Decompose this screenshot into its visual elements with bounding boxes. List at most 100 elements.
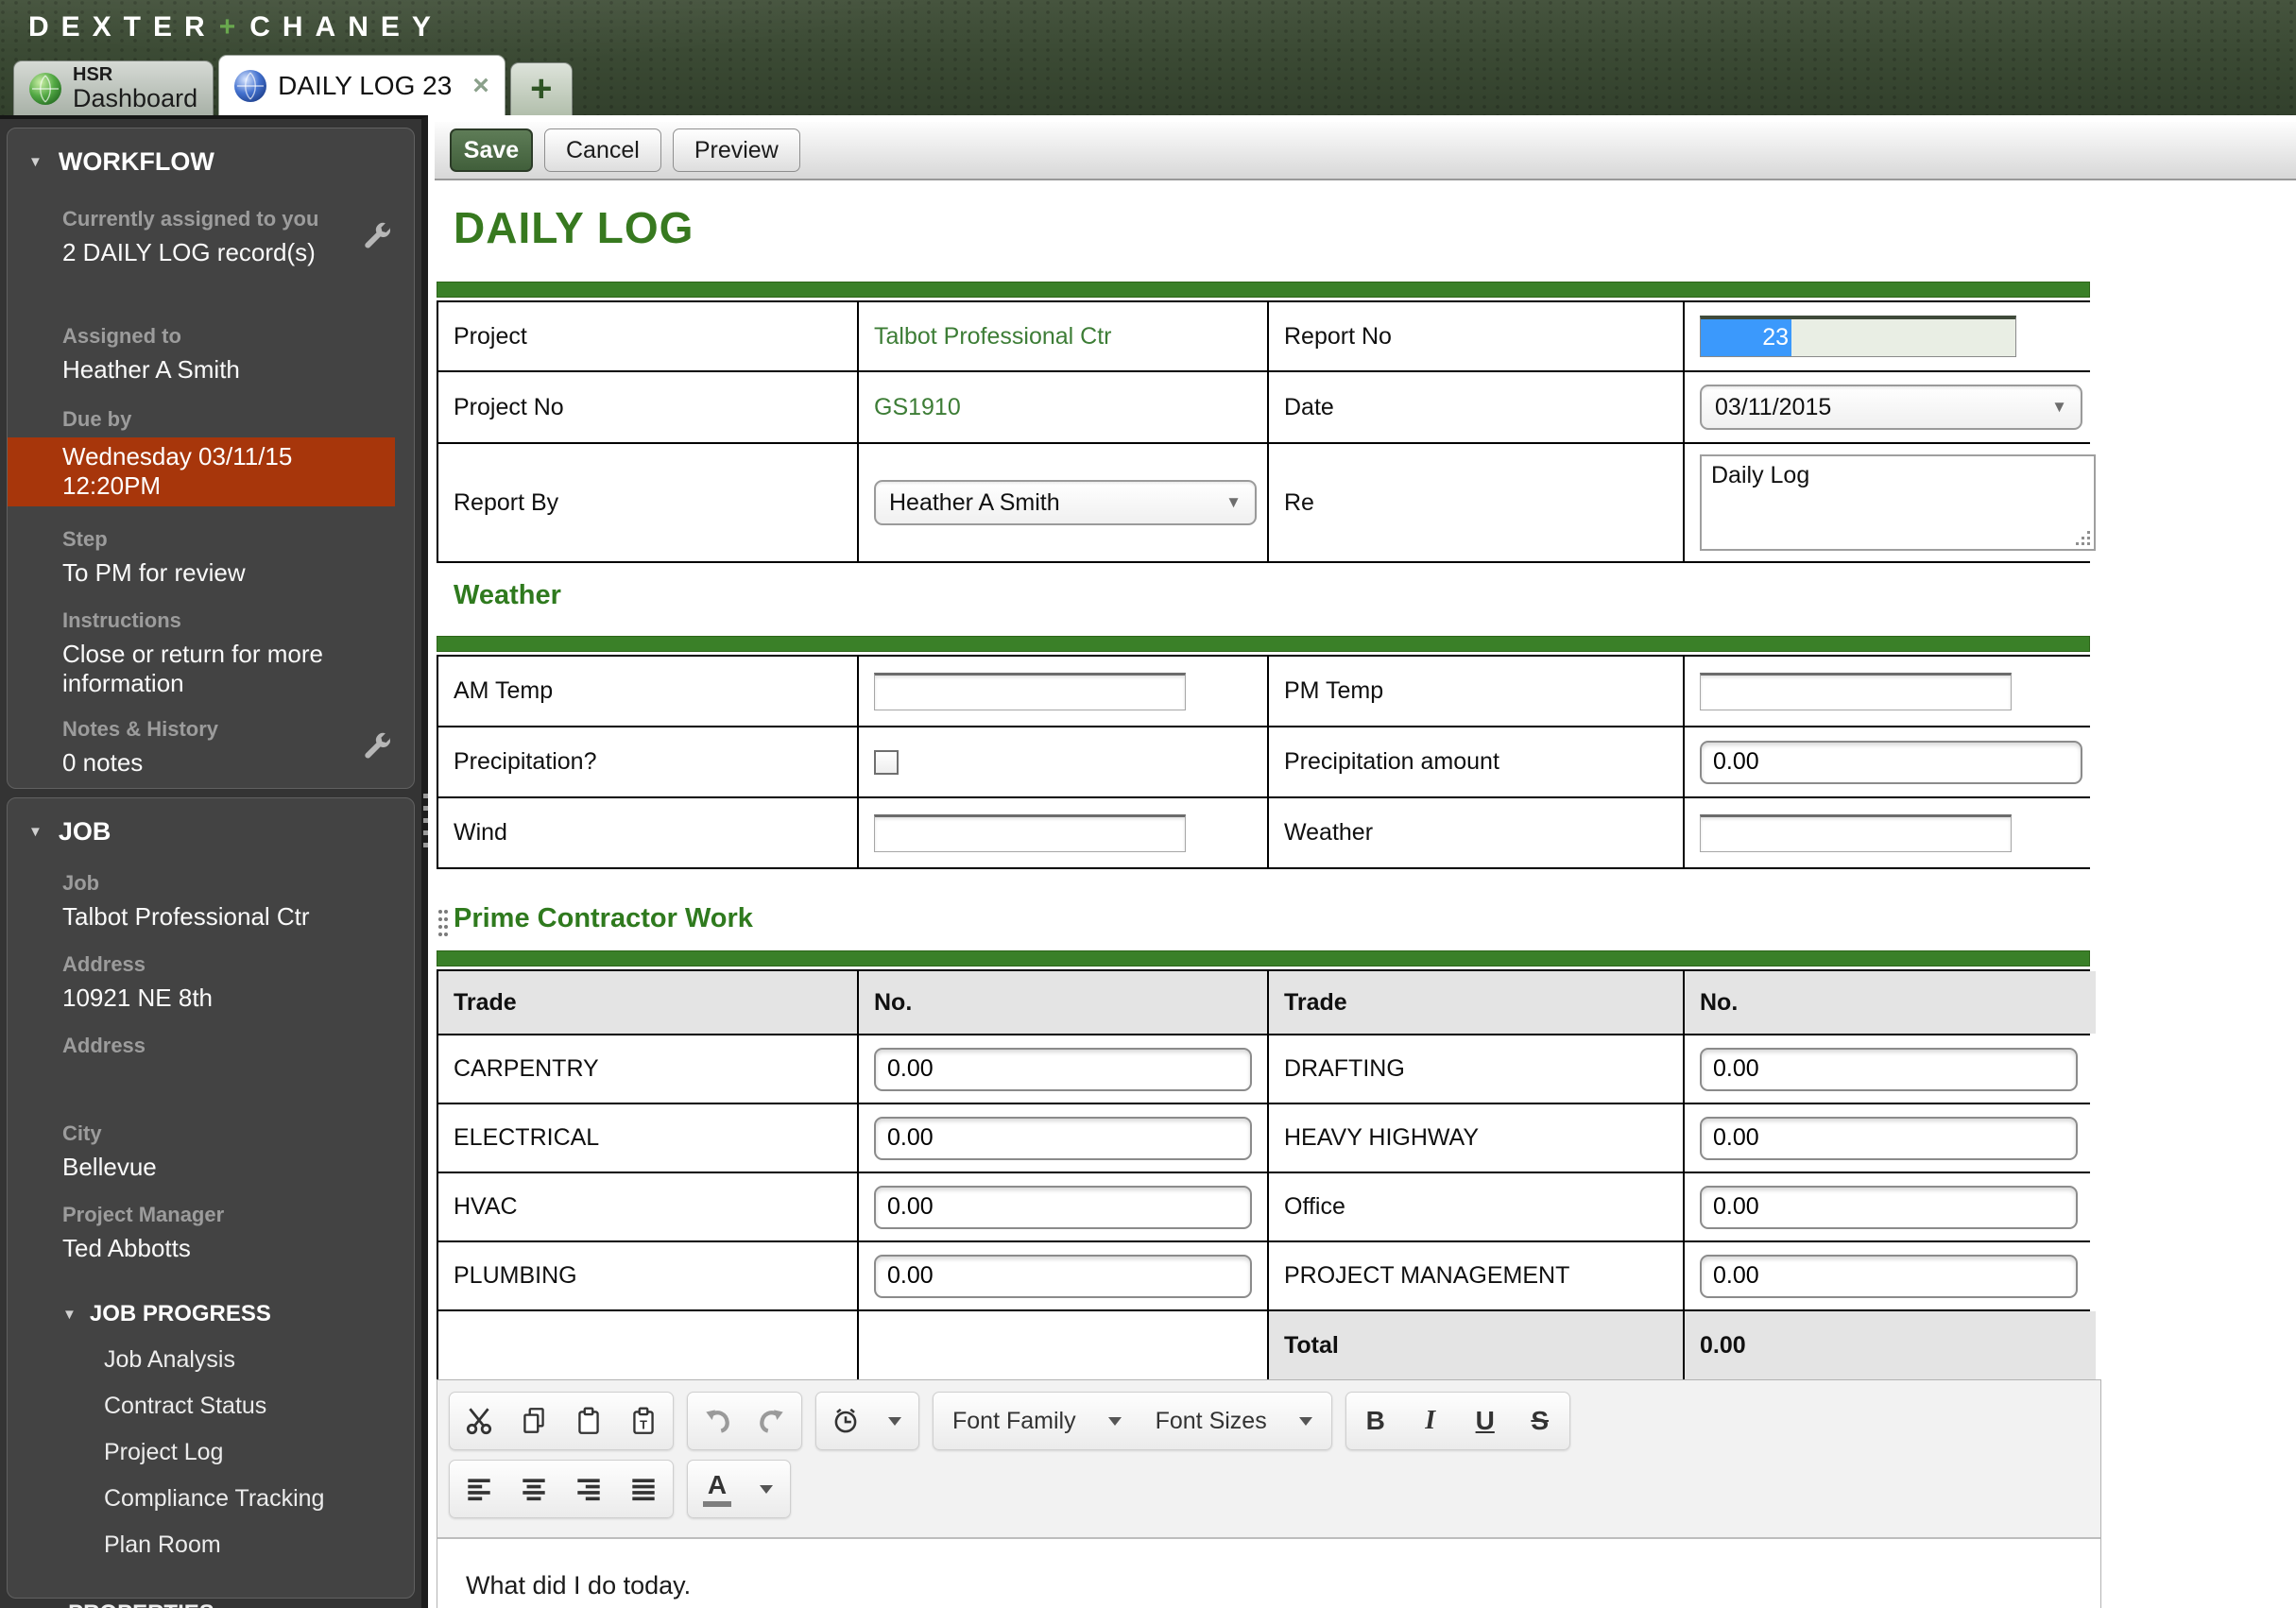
pcw-header-trade-right: Trade <box>1269 971 1683 1034</box>
font-sizes-label: Font Sizes <box>1155 1407 1267 1434</box>
tab-hsr-dashboard[interactable]: HSR Dashboard <box>13 60 214 115</box>
trade-no-input[interactable] <box>1700 1116 2078 1160</box>
workflow-header[interactable]: ▼ WORKFLOW <box>8 147 414 177</box>
trade-no-input[interactable] <box>1700 1185 2078 1229</box>
close-tab-icon[interactable]: × <box>472 71 489 100</box>
align-right-icon[interactable] <box>561 1463 616 1515</box>
due-by-label: Due by <box>62 407 132 431</box>
job-progress-title: JOB PROGRESS <box>89 1301 271 1326</box>
sidebar-item-contract-status[interactable]: Contract Status <box>104 1393 414 1420</box>
am-temp-input[interactable] <box>874 672 1186 710</box>
weather-input[interactable] <box>1700 813 2012 852</box>
new-tab-button[interactable]: + <box>509 62 573 115</box>
font-family-label: Font Family <box>952 1407 1076 1434</box>
re-textarea[interactable]: Daily Log <box>1700 454 2096 551</box>
insert-time-icon[interactable] <box>818 1394 873 1447</box>
precipitation-checkbox[interactable] <box>874 749 899 775</box>
tab-daily-log[interactable]: DAILY LOG 23 × <box>218 55 505 115</box>
cancel-button[interactable]: Cancel <box>544 128 661 172</box>
trade-label: ELECTRICAL <box>438 1104 857 1172</box>
paste-as-text-icon[interactable]: T <box>616 1394 671 1447</box>
preview-button[interactable]: Preview <box>672 128 800 172</box>
text-color-button[interactable]: A <box>690 1463 745 1515</box>
pcw-table: Trade No. Trade No. CARPENTRY DRAFTING E… <box>437 969 2096 1382</box>
notes-history-field: Notes & History 0 notes <box>8 717 414 778</box>
project-manager-value: Ted Abbotts <box>62 1234 191 1262</box>
main-content: Save Cancel Preview DAILY LOG Project Ta… <box>435 115 2296 1608</box>
job-progress-header[interactable]: ▼ JOB PROGRESS <box>62 1301 414 1327</box>
font-family-dropdown[interactable]: Font Family <box>935 1394 1139 1447</box>
wrench-icon[interactable] <box>359 730 393 764</box>
wind-label: Wind <box>438 798 857 867</box>
sidebar-section-properties[interactable]: ▶ PROPERTIES <box>42 1600 414 1608</box>
precipitation-label: Precipitation? <box>438 727 857 796</box>
trade-no-input[interactable] <box>874 1254 1252 1298</box>
resize-grip-icon[interactable] <box>2076 531 2090 545</box>
italic-button[interactable]: I <box>1403 1394 1458 1447</box>
align-left-icon[interactable] <box>452 1463 506 1515</box>
text-color-dropdown[interactable] <box>745 1463 788 1515</box>
address1-field: Address 10921 NE 8th <box>8 952 414 1013</box>
brand-header: DEXTER+CHANEY HSR Dashboard DAILY LOG 23… <box>0 0 2296 115</box>
section-divider-bar <box>437 636 2090 652</box>
section-divider-bar <box>437 282 2090 298</box>
city-field: City Bellevue <box>8 1121 414 1182</box>
trade-no-input[interactable] <box>874 1185 1252 1229</box>
trade-no-input[interactable] <box>1700 1254 2078 1298</box>
logo-chaney: CHANEY <box>249 11 443 43</box>
font-sizes-dropdown[interactable]: Font Sizes <box>1139 1394 1329 1447</box>
underline-button[interactable]: U <box>1458 1394 1513 1447</box>
date-dropdown[interactable]: 03/11/2015 ▼ <box>1700 385 2082 430</box>
paste-icon[interactable] <box>561 1394 616 1447</box>
trade-cell <box>1685 1173 2096 1240</box>
bold-button[interactable]: B <box>1348 1394 1403 1447</box>
pm-temp-label: PM Temp <box>1269 657 1683 726</box>
chevron-down-icon <box>1107 1416 1122 1426</box>
cut-icon[interactable] <box>452 1394 506 1447</box>
align-center-icon[interactable] <box>506 1463 561 1515</box>
save-button[interactable]: Save <box>450 128 533 172</box>
trade-label: CARPENTRY <box>438 1035 857 1103</box>
trade-no-input[interactable] <box>1700 1047 2078 1091</box>
address2-label: Address <box>62 1034 146 1057</box>
redo-icon[interactable] <box>745 1394 799 1447</box>
wind-input[interactable] <box>874 813 1186 852</box>
sidebar-splitter-handle[interactable] <box>423 794 428 854</box>
report-no-selected-text: 23 <box>1701 319 1791 356</box>
instructions-label: Instructions <box>62 608 181 632</box>
report-no-input[interactable]: 23 <box>1700 316 2016 357</box>
am-temp-cell <box>859 657 1267 726</box>
weather-label: Weather <box>1269 798 1683 867</box>
precipitation-amount-input[interactable] <box>1700 740 2082 784</box>
sidebar-item-job-analysis[interactable]: Job Analysis <box>104 1346 414 1374</box>
job-header[interactable]: ▼ JOB <box>8 817 414 847</box>
sidebar-item-compliance-tracking[interactable]: Compliance Tracking <box>104 1485 414 1513</box>
undo-icon[interactable] <box>690 1394 745 1447</box>
trade-no-input[interactable] <box>874 1116 1252 1160</box>
trade-label: PROJECT MANAGEMENT <box>1269 1242 1683 1309</box>
weather-section-title: Weather <box>454 580 561 610</box>
trade-label: DRAFTING <box>1269 1035 1683 1103</box>
notes-history-label: Notes & History <box>62 717 219 741</box>
wrench-icon[interactable] <box>359 220 393 254</box>
sidebar-item-plan-room[interactable]: Plan Room <box>104 1531 414 1559</box>
tab-bar: HSR Dashboard DAILY LOG 23 × + <box>13 55 573 115</box>
drag-handle-icon[interactable] <box>437 908 449 936</box>
insert-time-dropdown[interactable] <box>873 1394 917 1447</box>
strikethrough-button[interactable]: S <box>1513 1394 1568 1447</box>
editor-content[interactable]: What did I do today. <box>437 1537 2100 1608</box>
date-cell: 03/11/2015 ▼ <box>1685 372 2096 442</box>
chevron-down-icon: ▼ <box>28 824 43 840</box>
pm-temp-input[interactable] <box>1700 672 2012 710</box>
report-by-dropdown[interactable]: Heather A Smith ▼ <box>874 480 1257 525</box>
trade-no-input[interactable] <box>874 1047 1252 1091</box>
assigned-to-field: Assigned to Heather A Smith <box>8 324 414 385</box>
logo-plus: + <box>218 11 248 43</box>
align-justify-icon[interactable] <box>616 1463 671 1515</box>
chevron-down-icon: ▼ <box>62 1306 77 1323</box>
editor-text: What did I do today. <box>466 1571 692 1599</box>
project-no-label: Project No <box>438 372 857 442</box>
copy-icon[interactable] <box>506 1394 561 1447</box>
sidebar-item-project-log[interactable]: Project Log <box>104 1439 414 1466</box>
chevron-down-icon: ▼ <box>28 154 43 170</box>
